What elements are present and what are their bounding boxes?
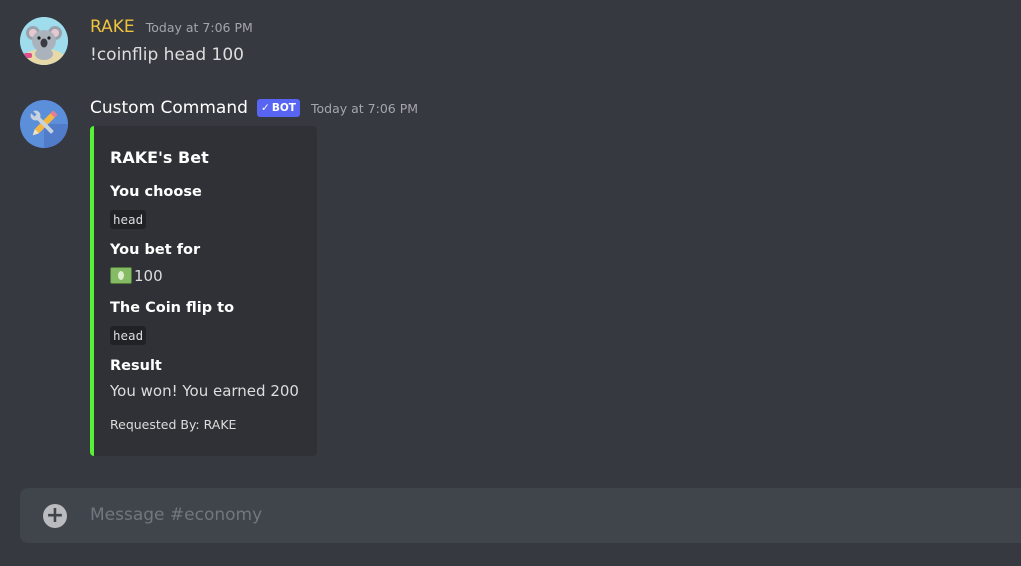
add-attachment-icon[interactable]: + bbox=[43, 504, 67, 528]
embed-title: RAKE's Bet bbox=[110, 148, 209, 167]
message-content: !coinflip head 100 bbox=[90, 45, 244, 65]
embed-field-name: Result bbox=[110, 358, 162, 374]
embed-footer: Requested By: RAKE bbox=[110, 417, 237, 432]
timestamp: Today at 7:06 PM bbox=[311, 101, 419, 116]
embed-field-value: You won! You earned 200 bbox=[110, 382, 299, 400]
inline-code: head bbox=[110, 326, 147, 345]
message-header: Custom Command ✓ BOT Today at 7:06 PM bbox=[90, 98, 418, 118]
koala-avatar-icon bbox=[20, 17, 68, 65]
inline-code: head bbox=[110, 210, 147, 229]
embed: RAKE's Bet You choose head You bet for 1… bbox=[90, 126, 317, 456]
bot-avatar[interactable] bbox=[20, 100, 68, 148]
message-composer: + bbox=[20, 488, 1021, 543]
username[interactable]: RAKE bbox=[90, 17, 135, 37]
bot-tag-label: BOT bbox=[271, 102, 296, 114]
bot-tag: ✓ BOT bbox=[257, 99, 300, 117]
verified-check-icon: ✓ bbox=[261, 102, 270, 114]
dollar-bill-icon bbox=[110, 267, 132, 284]
embed-field-value: head bbox=[110, 210, 147, 229]
message-input[interactable] bbox=[90, 500, 990, 530]
message-header: RAKE Today at 7:06 PM bbox=[90, 17, 253, 37]
bet-amount: 100 bbox=[134, 267, 163, 285]
user-avatar[interactable] bbox=[20, 17, 68, 65]
embed-field-name: You choose bbox=[110, 184, 202, 200]
embed-field-value: head bbox=[110, 326, 147, 345]
timestamp: Today at 7:06 PM bbox=[145, 20, 253, 35]
embed-field-name: You bet for bbox=[110, 242, 201, 258]
tools-avatar-icon bbox=[20, 100, 68, 148]
embed-field-name: The Coin flip to bbox=[110, 300, 235, 316]
username[interactable]: Custom Command bbox=[90, 98, 248, 118]
embed-field-value: 100 bbox=[110, 267, 163, 285]
